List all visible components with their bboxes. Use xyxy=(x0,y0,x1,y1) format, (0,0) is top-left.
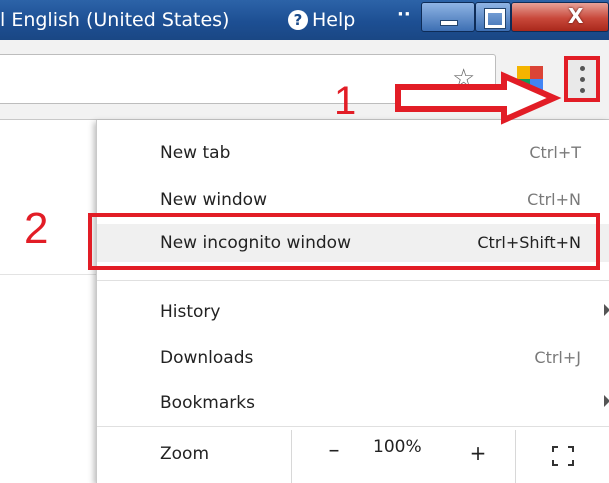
maximize-icon xyxy=(485,9,505,28)
menu-item-shortcut: Ctrl+N xyxy=(527,190,581,209)
submenu-arrow-icon xyxy=(604,395,609,407)
zoom-in-button[interactable]: + xyxy=(463,438,493,468)
menu-item-bookmarks[interactable]: Bookmarks xyxy=(97,384,609,422)
incognito-highlight-box xyxy=(88,213,600,270)
language-options-icon[interactable]: ·· xyxy=(397,6,411,28)
help-button[interactable]: ? Help xyxy=(288,8,355,32)
chrome-menu-button[interactable] xyxy=(564,56,600,102)
submenu-arrow-icon xyxy=(604,304,609,316)
minimize-icon xyxy=(440,20,458,26)
fullscreen-icon[interactable] xyxy=(552,446,574,466)
kebab-dot xyxy=(580,77,585,82)
kebab-dot xyxy=(580,88,585,93)
divider xyxy=(515,430,516,483)
window-title-bar: l English (United States) ? Help ·· X xyxy=(0,0,609,40)
menu-item-label: Bookmarks xyxy=(160,393,255,413)
step-2-label: 2 xyxy=(24,204,49,253)
zoom-label: Zoom xyxy=(160,444,210,464)
arrow-annotation-icon xyxy=(395,71,562,125)
menu-item-downloads[interactable]: Downloads Ctrl+J xyxy=(97,339,609,377)
help-icon: ? xyxy=(288,10,308,30)
minimize-button[interactable] xyxy=(421,2,475,32)
help-label: Help xyxy=(312,9,356,31)
close-icon: X xyxy=(568,4,584,28)
zoom-level: 100% xyxy=(373,437,422,457)
kebab-menu-icon xyxy=(580,66,585,71)
zoom-out-button[interactable]: – xyxy=(319,436,349,466)
menu-separator xyxy=(97,280,609,281)
page-content xyxy=(0,120,96,483)
divider xyxy=(291,430,292,483)
zoom-row: Zoom – 100% + xyxy=(97,422,609,483)
close-button[interactable]: X xyxy=(511,2,609,32)
maximize-button[interactable] xyxy=(475,2,511,32)
menu-item-history[interactable]: History xyxy=(97,293,609,331)
menu-item-label: New window xyxy=(160,190,267,210)
menu-item-label: New tab xyxy=(160,143,231,163)
language-indicator[interactable]: l English (United States) xyxy=(0,8,229,32)
menu-item-label: Downloads xyxy=(160,348,254,368)
menu-item-shortcut: Ctrl+T xyxy=(529,143,581,162)
divider xyxy=(0,274,96,275)
menu-item-shortcut: Ctrl+J xyxy=(534,348,581,367)
chrome-menu: New tab Ctrl+T New window Ctrl+N New inc… xyxy=(96,120,609,483)
menu-item-new-tab[interactable]: New tab Ctrl+T xyxy=(97,134,609,172)
menu-item-label: History xyxy=(160,302,221,322)
step-1-label: 1 xyxy=(334,79,357,123)
